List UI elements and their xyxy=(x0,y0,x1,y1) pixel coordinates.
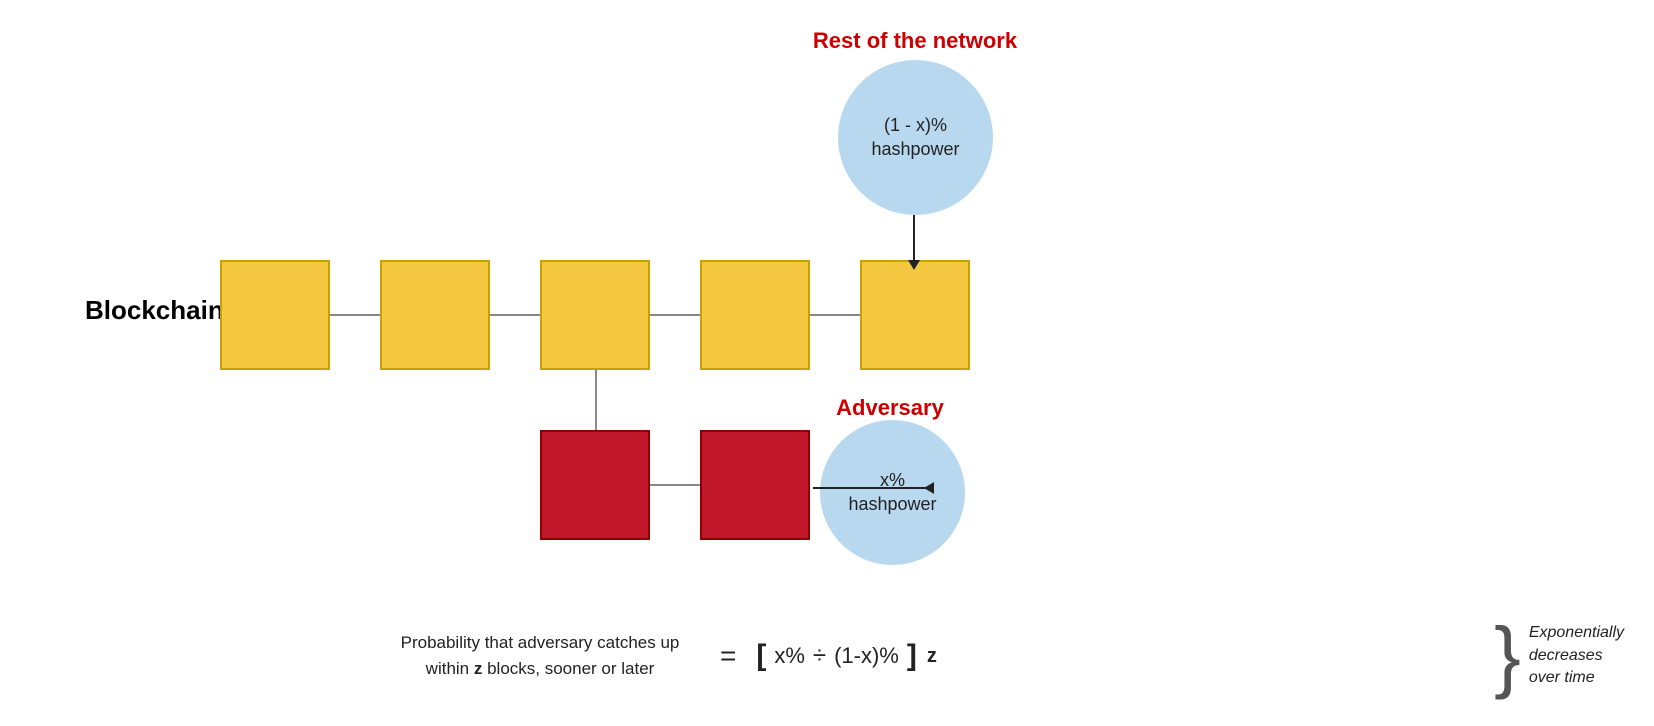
formula-description: Probability that adversary catches up wi… xyxy=(380,630,700,681)
formula-area: Probability that adversary catches up wi… xyxy=(380,630,1574,681)
formula-1mx-percent: (1-x)% xyxy=(834,643,899,669)
main-block-5 xyxy=(860,260,970,370)
main-block-4 xyxy=(700,260,810,370)
bracket-close: ] xyxy=(907,639,917,673)
brace-icon: } xyxy=(1494,616,1521,696)
main-block-1 xyxy=(220,260,330,370)
connector-2 xyxy=(490,314,540,316)
adversary-arrow xyxy=(813,487,926,489)
adversary-block-2 xyxy=(700,430,810,540)
adversary-circle: x%hashpower xyxy=(820,420,965,565)
exponential-label: Exponentiallydecreasesover time xyxy=(1529,622,1624,689)
blockchain-label: Blockchain xyxy=(85,295,224,326)
bracket-open: [ xyxy=(756,639,766,673)
formula-equals: = xyxy=(720,640,736,672)
network-circle: (1 - x)%hashpower xyxy=(838,60,993,215)
brace-area: } Exponentiallydecreasesover time xyxy=(1494,616,1624,696)
connector-4 xyxy=(810,314,860,316)
main-block-2 xyxy=(380,260,490,370)
exponential-text: Exponentiallydecreasesover time xyxy=(1529,624,1624,686)
connector-1 xyxy=(330,314,380,316)
connector-red xyxy=(650,484,700,486)
diagram-container: Blockchain (1 - x)%hashpower x%hashpower… xyxy=(0,0,1654,726)
network-title: Rest of the network xyxy=(760,28,1070,54)
formula-x-percent: x% xyxy=(774,643,805,669)
adversary-title: Adversary xyxy=(790,395,990,421)
connector-vertical xyxy=(595,370,597,430)
main-block-3 xyxy=(540,260,650,370)
connector-3 xyxy=(650,314,700,316)
formula-expression: [ x% ÷ (1-x)% ] z xyxy=(756,639,937,673)
network-circle-text: (1 - x)%hashpower xyxy=(871,114,959,161)
formula-desc-line1: Probability that adversary catches up xyxy=(401,633,680,652)
formula-operator: ÷ xyxy=(813,642,826,670)
adversary-block-1 xyxy=(540,430,650,540)
network-arrow xyxy=(913,215,915,262)
